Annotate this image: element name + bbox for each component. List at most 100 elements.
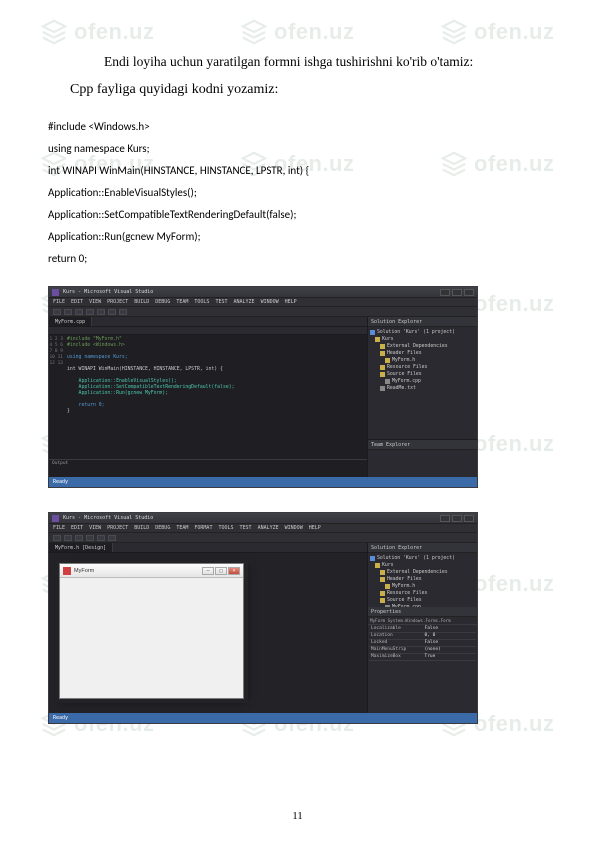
menu-item[interactable]: EDIT [71, 525, 83, 531]
menu-item[interactable]: BUILD [134, 525, 149, 531]
menu-item[interactable]: EDIT [71, 299, 83, 305]
tree-item[interactable]: MyForm.h [370, 583, 475, 590]
tree-item[interactable]: Kurs [370, 562, 475, 569]
tree-item[interactable]: Kurs [370, 336, 475, 343]
code-line: Application::EnableVisualStyles(); [48, 182, 547, 204]
menu-item[interactable]: TEST [215, 299, 227, 305]
toolbar-button[interactable] [75, 309, 83, 315]
properties-grid[interactable]: LocalizableFalseLocation0, 0LockedFalseM… [368, 625, 477, 713]
toolbar-button[interactable] [86, 309, 94, 315]
maximize-button[interactable] [452, 289, 462, 296]
minimize-button[interactable] [440, 515, 450, 522]
menu-item[interactable]: DEBUG [155, 299, 170, 305]
tree-item[interactable]: Resource Files [370, 590, 475, 597]
property-row[interactable]: MainMenuStrip(none) [369, 647, 476, 654]
menu-item[interactable]: ANALYZE [258, 525, 279, 531]
property-value[interactable]: True [423, 654, 477, 660]
form-maximize-button[interactable]: □ [215, 567, 227, 575]
folder-icon [370, 556, 375, 561]
right-sidebar: Solution Explorer Solution 'Kurs' (1 pro… [367, 317, 477, 477]
menu-item[interactable]: PROJECT [107, 525, 128, 531]
tree-item[interactable]: Solution 'Kurs' (1 project) [370, 555, 475, 562]
solution-tree[interactable]: Solution 'Kurs' (1 project)KursExternal … [368, 327, 477, 439]
menu-item[interactable]: ANALYZE [234, 299, 255, 305]
property-name: Locked [369, 640, 423, 646]
property-name: MaximizeBox [369, 654, 423, 660]
menu-item[interactable]: TOOLS [218, 525, 233, 531]
tree-item[interactable]: External Dependencies [370, 343, 475, 350]
menu-item[interactable]: HELP [309, 525, 321, 531]
form-minimize-button[interactable]: – [202, 567, 214, 575]
folder-icon [385, 379, 390, 384]
vs-titlebar: Kurs - Microsoft Visual Studio [49, 287, 477, 298]
solution-tree[interactable]: Solution 'Kurs' (1 project)KursExternal … [368, 553, 477, 607]
menu-item[interactable]: WINDOW [285, 525, 303, 531]
property-value[interactable]: False [423, 626, 477, 632]
tree-item[interactable]: Resource Files [370, 364, 475, 371]
tab-myform-cpp[interactable]: MyForm.cpp [49, 317, 92, 326]
toolbar-button[interactable] [108, 309, 116, 315]
property-value[interactable]: 0, 0 [423, 633, 477, 639]
property-value[interactable]: (none) [423, 647, 477, 653]
close-button[interactable] [464, 289, 474, 296]
page-number: 11 [0, 810, 595, 822]
menu-item[interactable]: DEBUG [155, 525, 170, 531]
property-row[interactable]: MaximizeBoxTrue [369, 654, 476, 661]
code-area[interactable]: #include "MyForm.h" #include <Windows.h>… [65, 335, 367, 459]
minimize-button[interactable] [440, 289, 450, 296]
toolbar-button[interactable] [53, 535, 61, 541]
menu-item[interactable]: TEAM [176, 525, 188, 531]
tree-item[interactable]: Solution 'Kurs' (1 project) [370, 329, 475, 336]
menu-item[interactable]: VIEW [89, 525, 101, 531]
property-row[interactable]: LockedFalse [369, 640, 476, 647]
toolbar-button[interactable] [64, 309, 72, 315]
screenshot-code-editor: Kurs - Microsoft Visual Studio FILE EDIT V… [48, 286, 478, 488]
tree-item[interactable]: ReadMe.txt [370, 385, 475, 392]
tree-item[interactable]: Header Files [370, 350, 475, 357]
tree-item[interactable]: MyForm.cpp [370, 378, 475, 385]
tree-item[interactable]: Header Files [370, 576, 475, 583]
menu-item[interactable]: FORMAT [194, 525, 212, 531]
toolbar-button[interactable] [53, 309, 61, 315]
property-row[interactable]: Location0, 0 [369, 633, 476, 640]
toolbar-button[interactable] [97, 535, 105, 541]
menu-item[interactable]: TEAM [176, 299, 188, 305]
property-value[interactable]: False [423, 640, 477, 646]
menu-item[interactable]: TEST [240, 525, 252, 531]
code-line: int WINAPI WinMain(HINSTANCE, HINSTANCE,… [48, 160, 547, 182]
tree-item-label: Header Files [387, 576, 422, 583]
toolbar-button[interactable] [97, 309, 105, 315]
menu-item[interactable]: WINDOW [261, 299, 279, 305]
menu-item[interactable]: BUILD [134, 299, 149, 305]
tree-item[interactable]: Source Files [370, 371, 475, 378]
tree-item[interactable]: MyForm.h [370, 357, 475, 364]
toolbar-button[interactable] [64, 535, 72, 541]
menu-item[interactable]: FILE [53, 299, 65, 305]
close-button[interactable] [464, 515, 474, 522]
menu-item[interactable]: PROJECT [107, 299, 128, 305]
form-close-button[interactable]: × [228, 567, 240, 575]
toolbar-button[interactable] [75, 535, 83, 541]
toolbar-button[interactable] [119, 309, 127, 315]
property-row[interactable]: LocalizableFalse [369, 626, 476, 633]
toolbar-button[interactable] [86, 535, 94, 541]
tree-item[interactable]: External Dependencies [370, 569, 475, 576]
tree-item[interactable]: Source Files [370, 597, 475, 604]
designer-surface[interactable]: MyForm – □ × [49, 553, 367, 713]
menu-item[interactable]: HELP [285, 299, 297, 305]
tree-item-label: Source Files [387, 371, 422, 378]
menu-item[interactable]: FILE [53, 525, 65, 531]
tree-item-label: External Dependencies [387, 343, 448, 350]
menu-item[interactable]: VIEW [89, 299, 101, 305]
tree-item-label: External Dependencies [387, 569, 448, 576]
tree-item-label: Solution 'Kurs' (1 project) [377, 329, 455, 336]
folder-icon [370, 330, 375, 335]
menu-item[interactable]: TOOLS [194, 299, 209, 305]
designed-form[interactable]: MyForm – □ × [59, 563, 244, 699]
editor-area[interactable]: 1 2 3 4 5 6 7 8 9 10 11 12 13 #include "… [49, 335, 367, 459]
form-body[interactable] [60, 578, 243, 698]
tab-myform-design[interactable]: MyForm.h [Design] [49, 543, 113, 552]
maximize-button[interactable] [452, 515, 462, 522]
toolbar-button[interactable] [108, 535, 116, 541]
code-line: Application::SetCompatibleTextRenderingD… [48, 204, 547, 226]
